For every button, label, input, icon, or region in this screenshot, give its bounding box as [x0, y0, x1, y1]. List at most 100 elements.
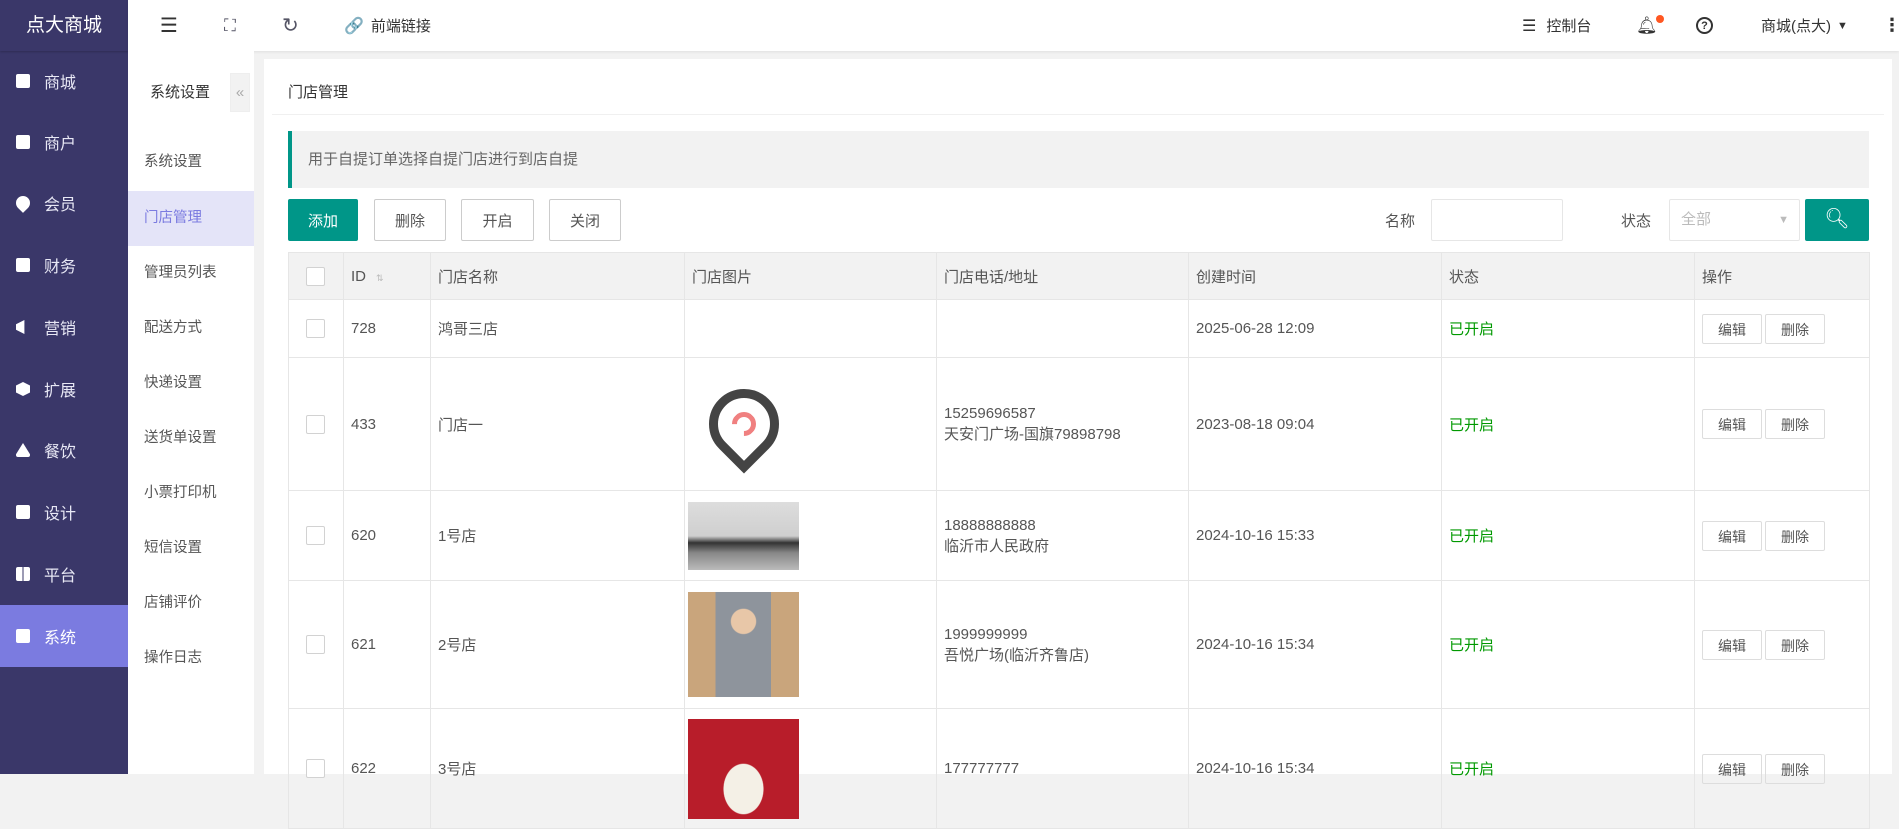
bell-cloche-icon: [16, 443, 30, 457]
store-address: 临沂市人民政府: [944, 537, 1050, 555]
nav-label: 财务: [44, 259, 77, 276]
submenu-item-active[interactable]: 门店管理: [128, 191, 254, 246]
shop-switch-dropdown[interactable]: 商城(点大) ▼: [1761, 0, 1848, 51]
submenu-item[interactable]: 系统设置: [128, 135, 254, 190]
nav-item-marketing[interactable]: 营销: [0, 296, 128, 358]
nav-item-extend[interactable]: 扩展: [0, 358, 128, 420]
cell-image: [684, 299, 937, 358]
nav-item-design[interactable]: 设计: [0, 481, 128, 543]
cell-name: 2号店: [430, 580, 685, 709]
add-button[interactable]: 添加: [288, 199, 358, 241]
table-row: 620 1号店 18888888888 临沂市人民政府 2024-10-16 15…: [288, 490, 1870, 581]
row-checkbox-cell: [288, 490, 344, 581]
frontend-link-label: 前端链接: [370, 18, 431, 35]
cell-phone-address: [936, 299, 1189, 358]
top-bar: ☰ ⛶ ↻ 🔗 前端链接 ☰ 控制台 🔔︎ ? 商城(点大) ▼ ⋮: [128, 0, 1899, 51]
header-status: 状态: [1441, 252, 1695, 300]
cell-actions: 编辑 删除: [1694, 357, 1870, 491]
nav-item-system[interactable]: 系统: [0, 605, 128, 667]
edit-button[interactable]: 编辑: [1702, 520, 1762, 551]
refresh-icon[interactable]: ↻: [282, 0, 299, 51]
submenu-item[interactable]: 快递设置: [128, 356, 254, 411]
store-image: [688, 718, 799, 819]
header-phone-address: 门店电话/地址: [936, 252, 1189, 300]
row-checkbox[interactable]: [306, 319, 325, 338]
submenu-item[interactable]: 小票打印机: [128, 466, 254, 521]
frontend-link[interactable]: 🔗 前端链接: [344, 0, 431, 51]
nav-item-merchant[interactable]: 商户: [0, 111, 128, 173]
table-row: 621 2号店 1999999999 吾悦广场(临沂齐鲁店) 2024-10-16…: [288, 580, 1870, 709]
status-select[interactable]: 全部 ▼: [1669, 199, 1800, 241]
cell-phone-address: 18888888888 临沂市人民政府: [936, 490, 1189, 581]
cell-created: 2024-10-16 15:34: [1188, 580, 1442, 709]
nav-item-finance[interactable]: 财务: [0, 234, 128, 296]
edit-button[interactable]: 编辑: [1702, 629, 1762, 660]
sort-icon[interactable]: ⇅: [376, 273, 384, 283]
cell-id: 621: [343, 580, 431, 709]
console-label: 控制台: [1546, 18, 1592, 35]
nav-label: 会员: [44, 197, 77, 214]
submenu-item[interactable]: 操作日志: [128, 631, 254, 686]
help-icon[interactable]: ?: [1696, 0, 1713, 51]
edit-button[interactable]: 编辑: [1702, 409, 1762, 439]
collapse-menu-icon[interactable]: ☰: [160, 0, 178, 51]
store-phone: 1999999999: [944, 625, 1028, 643]
store-phone: 177777777: [944, 760, 1020, 777]
nav-item-catering[interactable]: 餐饮: [0, 419, 128, 481]
nav-label: 平台: [44, 568, 77, 585]
nav-item-shop[interactable]: 商城: [0, 50, 128, 112]
edit-button[interactable]: 编辑: [1702, 313, 1762, 344]
cell-id: 620: [343, 490, 431, 581]
row-delete-button[interactable]: 删除: [1765, 520, 1825, 551]
cell-image: [684, 580, 937, 709]
enable-button[interactable]: 开启: [461, 199, 534, 241]
row-checkbox[interactable]: [306, 414, 325, 434]
store-image: [688, 369, 799, 480]
submenu-item[interactable]: 配送方式: [128, 301, 254, 356]
row-delete-button[interactable]: 删除: [1765, 313, 1825, 344]
row-delete-button[interactable]: 删除: [1765, 409, 1825, 439]
row-checkbox[interactable]: [306, 635, 325, 654]
edit-button[interactable]: 编辑: [1702, 753, 1762, 784]
store-table: ID ⇅ 门店名称 门店图片 门店电话/地址 创建时间 状态 操作 728 鸿哥三…: [288, 252, 1870, 829]
cell-created: 2023-08-18 09:04: [1188, 357, 1442, 491]
submenu-item[interactable]: 管理员列表: [128, 246, 254, 301]
console-button[interactable]: ☰ 控制台: [1522, 0, 1591, 51]
row-checkbox[interactable]: [306, 759, 325, 778]
name-input[interactable]: [1431, 199, 1563, 241]
search-button[interactable]: 🔍︎: [1805, 199, 1869, 241]
submenu-item[interactable]: 短信设置: [128, 521, 254, 576]
cell-id: 433: [343, 357, 431, 491]
header-created: 创建时间: [1188, 252, 1442, 300]
delete-button[interactable]: 删除: [374, 199, 446, 241]
store-phone: 18888888888: [944, 516, 1036, 534]
store-address: 天安门广场-国旗79898798: [944, 426, 1121, 443]
disable-button[interactable]: 关闭: [549, 199, 621, 241]
nav-label: 商城: [44, 75, 77, 92]
notification-bell-icon[interactable]: 🔔︎: [1636, 0, 1664, 51]
cell-name: 3号店: [430, 708, 685, 829]
select-all-checkbox[interactable]: [306, 266, 325, 286]
row-checkbox[interactable]: [306, 526, 325, 545]
collapse-submenu-button[interactable]: «: [230, 73, 250, 112]
header-id[interactable]: ID ⇅: [343, 252, 431, 300]
submenu-item[interactable]: 送货单设置: [128, 411, 254, 466]
cell-name: 鸿哥三店: [430, 299, 685, 358]
cell-name: 门店一: [430, 357, 685, 491]
caret-down-icon: ▼: [1778, 214, 1789, 226]
row-checkbox-cell: [288, 357, 344, 491]
fullscreen-icon[interactable]: ⛶: [224, 0, 236, 51]
row-delete-button[interactable]: 删除: [1765, 629, 1825, 660]
nav-item-member[interactable]: 会员: [0, 172, 128, 234]
status-label: 状态: [1621, 213, 1652, 230]
nav-item-platform[interactable]: 平台: [0, 543, 128, 605]
grid-icon: [16, 567, 30, 581]
table-row: 433 门店一 15259696587 天安门广场-国旗79898798 2023…: [288, 357, 1870, 491]
shop-icon: [16, 74, 30, 88]
row-delete-button[interactable]: 删除: [1765, 753, 1825, 784]
more-vertical-icon[interactable]: ⋮: [1883, 0, 1899, 51]
submenu-item[interactable]: 店铺评价: [128, 576, 254, 631]
store-address: 吾悦广场(临沂齐鲁店): [944, 646, 1089, 664]
caret-down-icon: ▼: [1837, 19, 1848, 32]
cell-image: [684, 490, 937, 581]
